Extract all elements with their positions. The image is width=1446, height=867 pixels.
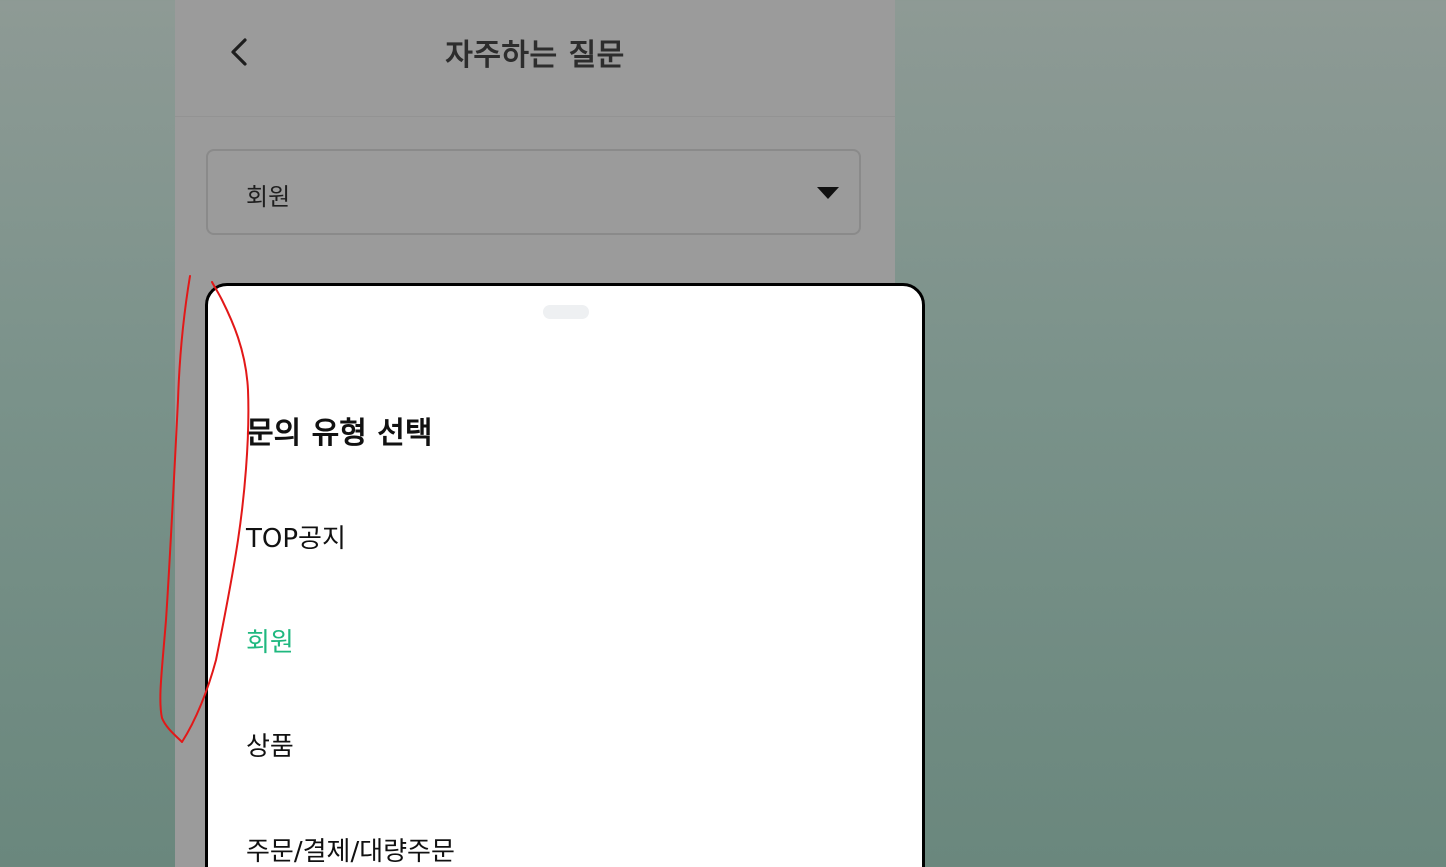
option-order-payment[interactable]: 주문/결제/대량주문 <box>246 831 846 867</box>
option-product[interactable]: 상품 <box>246 726 846 766</box>
sheet-title: 문의 유형 선택 <box>246 416 433 451</box>
page-title: 자주하는 질문 <box>445 38 625 73</box>
sheet-drag-handle[interactable] <box>543 305 589 319</box>
category-select[interactable]: 회원 <box>206 149 861 235</box>
inquiry-type-bottom-sheet: 문의 유형 선택 TOP공지 회원 상품 주문/결제/대량주문 <box>205 283 925 867</box>
category-select-value: 회원 <box>246 183 291 211</box>
caret-down-icon <box>817 187 839 199</box>
option-member[interactable]: 회원 <box>246 622 846 662</box>
app-header: 자주하는 질문 <box>175 0 895 117</box>
option-top-notice[interactable]: TOP공지 <box>246 518 846 558</box>
